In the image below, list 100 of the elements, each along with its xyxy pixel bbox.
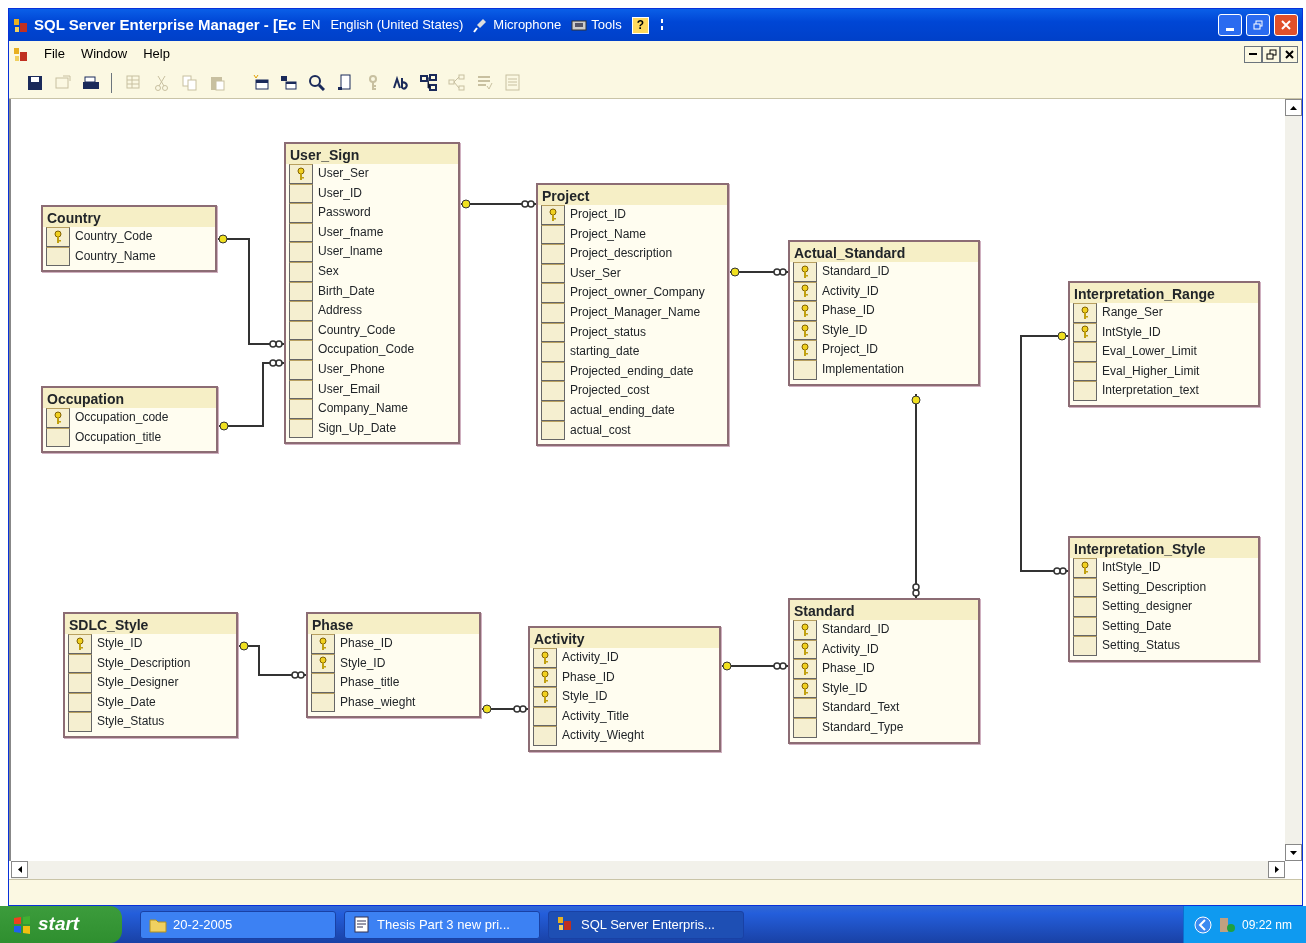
row-selector[interactable] [1073,636,1097,656]
row-selector[interactable] [68,712,92,732]
row-selector[interactable] [793,359,817,380]
row-selector[interactable] [533,706,557,727]
row-selector[interactable] [1073,577,1097,598]
row-selector[interactable] [311,692,335,713]
relationship-line[interactable] [911,393,921,599]
row-selector[interactable] [289,379,313,400]
restore-button[interactable] [1246,14,1270,36]
menu-item[interactable]: Help [143,44,170,64]
row-selector[interactable] [793,698,817,718]
row-selector[interactable] [541,302,565,323]
row-selector[interactable] [541,244,565,264]
table-card[interactable]: Activity Activity_ID Phase_ID Style_ID Activity_Title Activity_Wieght [528,626,721,752]
row-selector[interactable] [541,283,565,303]
row-selector[interactable] [311,653,335,674]
row-selector[interactable] [289,320,313,341]
row-selector[interactable] [289,164,313,184]
window-control-button[interactable] [1262,45,1280,63]
row-selector[interactable] [289,222,313,243]
window-control-button[interactable] [1280,45,1298,63]
row-selector[interactable] [1073,322,1097,343]
table-card[interactable]: Interpretation_Style IntStyle_ID Setting_Description Setting_designer Setting_Date Setting_Status [1068,536,1260,662]
vertical-scrollbar[interactable] [1285,99,1302,861]
language-bar-item[interactable]: Tools [571,15,622,35]
scroll-right-button[interactable] [1268,861,1285,878]
table-card[interactable]: Project Project_ID Project_Name Project_description User_Ser Project_owner_Company Project_Manager_Name Project_status starting_date Projected_ending_date Projected_cost actual_ending_date actual_cost [536,183,729,447]
row-selector[interactable] [289,203,313,223]
start-button[interactable]: start [0,906,122,943]
row-selector[interactable] [541,381,565,401]
row-selector[interactable] [289,242,313,262]
row-selector[interactable] [533,648,557,668]
table-card[interactable]: Country Country_Code Country_Name [41,205,217,273]
row-selector[interactable] [541,322,565,343]
row-selector[interactable] [793,281,817,302]
language-name[interactable]: English (United States) [330,15,464,35]
language-bar-item[interactable]: Microphone [473,15,562,35]
row-selector[interactable] [311,634,335,654]
row-selector[interactable] [1073,558,1097,578]
row-selector[interactable] [68,653,92,674]
row-selector[interactable] [793,301,817,321]
row-selector[interactable] [46,427,70,448]
relationship-line[interactable] [217,359,285,431]
horizontal-scrollbar[interactable] [11,861,1285,879]
chevron-icon[interactable] [1193,915,1212,934]
row-selector[interactable] [289,399,313,419]
row-selector[interactable] [46,227,70,247]
row-selector[interactable] [793,717,817,738]
row-selector[interactable] [793,262,817,282]
scroll-up-button[interactable] [1285,99,1302,116]
table-card[interactable]: Actual_Standard Standard_ID Activity_ID Phase_ID Style_ID Project_ID Implementation [788,240,980,386]
row-selector[interactable] [1073,616,1097,637]
toolbar-button[interactable] [417,71,439,94]
row-selector[interactable] [793,320,817,341]
table-card[interactable]: SDLC_Style Style_ID Style_Description Style_Designer Style_Date Style_Status [63,612,238,738]
taskbar-button[interactable]: Thesis Part 3 new pri... [344,910,540,939]
row-selector[interactable] [533,687,557,707]
row-selector[interactable] [793,340,817,360]
row-selector[interactable] [533,667,557,688]
row-selector[interactable] [541,361,565,382]
minimize-button[interactable] [1218,14,1242,36]
relationship-line[interactable] [720,661,789,671]
relationship-line[interactable] [480,704,529,714]
window-control-button[interactable] [1244,45,1262,63]
menu-item[interactable]: File [44,44,65,64]
row-selector[interactable] [289,340,313,360]
relationship-line[interactable] [459,199,537,209]
table-card[interactable]: Occupation Occupation_code Occupation_title [41,386,218,454]
row-selector[interactable] [541,342,565,362]
table-card[interactable]: Phase Phase_ID Style_ID Phase_title Phase_wieght [306,612,481,719]
row-selector[interactable] [1073,381,1097,401]
row-selector[interactable] [533,726,557,746]
relationship-line[interactable] [728,267,789,277]
taskbar-button[interactable]: SQL Server Enterpris... [548,910,744,939]
table-card[interactable]: User_Sign User_Ser User_ID Password User_fname User_lname Sex Birth_Date Address Country_Code Occupation_Code User_Phone User_Email Company_Name Sign_Up_Date [284,142,460,445]
table-card[interactable]: Standard Standard_ID Activity_ID Phase_ID Style_ID Standard_Text Standard_Type [788,598,980,744]
row-selector[interactable] [541,400,565,421]
row-selector[interactable] [289,301,313,321]
row-selector[interactable] [793,639,817,660]
row-selector[interactable] [289,261,313,282]
scroll-down-button[interactable] [1285,844,1302,861]
row-selector[interactable] [46,246,70,267]
row-selector[interactable] [1073,303,1097,323]
row-selector[interactable] [1073,597,1097,617]
row-selector[interactable] [68,692,92,713]
row-selector[interactable] [68,673,92,693]
row-selector[interactable] [289,359,313,380]
row-selector[interactable] [68,634,92,654]
row-selector[interactable] [289,183,313,204]
row-selector[interactable] [1073,361,1097,382]
row-selector[interactable] [541,263,565,284]
relationship-line[interactable] [237,641,307,679]
row-selector[interactable] [311,673,335,693]
taskbar-button[interactable]: 20-2-2005 [140,910,336,939]
close-button[interactable] [1274,14,1298,36]
row-selector[interactable] [541,205,565,225]
language-code[interactable]: EN [302,15,321,35]
help-button[interactable]: ? [631,16,649,34]
row-selector[interactable] [1073,342,1097,362]
row-selector[interactable] [793,678,817,699]
